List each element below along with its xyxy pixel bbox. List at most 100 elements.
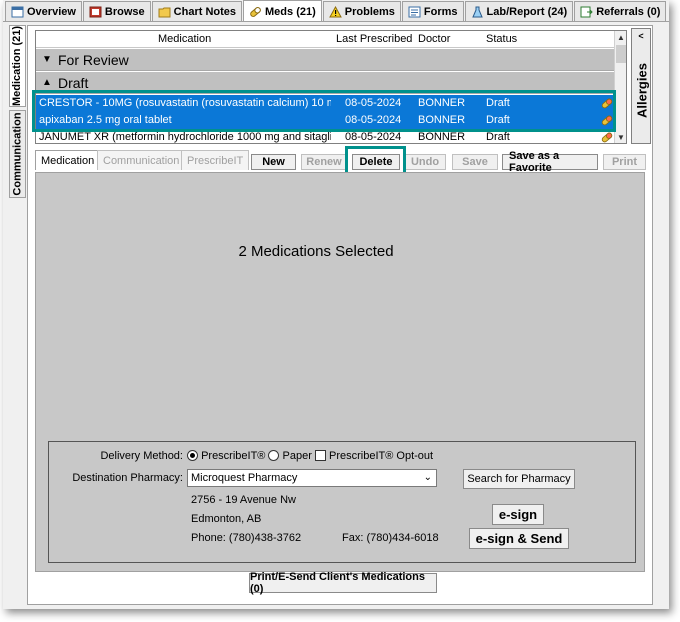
delivery-options: PrescribeIT® Paper PrescribeIT® Opt-out	[187, 450, 433, 462]
group-label: For Review	[58, 51, 129, 68]
pharmacy-address-line1: 2756 - 19 Avenue Nw	[191, 494, 296, 506]
medication-list: Medication Last Prescribed Doctor Status…	[35, 30, 627, 144]
pharmacy-address-line2: Edmonton, AB	[191, 513, 262, 525]
collapse-down-icon[interactable]: ▼	[36, 54, 58, 65]
option-optout-label: PrescribeIT® Opt-out	[329, 450, 434, 462]
group-for-review[interactable]: ▼ For Review	[36, 49, 616, 71]
cell-doctor: BONNER	[418, 97, 466, 109]
top-tab-bar: Overview Browse Chart Notes Meds (21) Pr…	[5, 0, 667, 22]
pharmacy-label: Destination Pharmacy:	[72, 472, 183, 484]
lab-icon	[471, 6, 484, 18]
column-medication[interactable]: Medication	[158, 33, 211, 45]
medication-list-header: Medication Last Prescribed Doctor Status	[36, 31, 616, 48]
cell-date: 08-05-2024	[345, 114, 402, 126]
tab-chart-notes[interactable]: Chart Notes	[151, 1, 243, 21]
tab-referrals[interactable]: Referrals (0)	[574, 1, 667, 21]
side-tab-label: Medication (21)	[11, 25, 24, 107]
side-tab-medication[interactable]: Medication (21)	[9, 25, 26, 107]
subtab-communication[interactable]: Communication	[97, 150, 186, 170]
cell-status: Draft	[486, 114, 510, 126]
medication-list-scrollbar[interactable]: ▲ ▼	[614, 31, 626, 143]
overview-icon	[11, 6, 24, 18]
group-draft[interactable]: ▲ Draft	[36, 72, 616, 94]
column-doctor[interactable]: Doctor	[418, 33, 450, 45]
tab-label: Lab/Report (24)	[486, 5, 568, 18]
scroll-thumb[interactable]	[616, 45, 626, 63]
cell-status: Draft	[486, 131, 510, 143]
cell-date: 08-05-2024	[345, 131, 402, 143]
table-row[interactable]: JANUMET XR (metformin hydrochloride 1000…	[36, 129, 616, 143]
delivery-section: Delivery Method: PrescribeIT® Paper Pres…	[48, 441, 636, 563]
table-row[interactable]: apixaban 2.5 mg oral tablet 08-05-2024 B…	[36, 112, 616, 129]
scroll-down-icon[interactable]: ▼	[615, 131, 626, 143]
book-icon	[89, 6, 102, 18]
pharmacy-fax: Fax: (780)434-6018	[342, 532, 439, 544]
pill-icon	[601, 98, 613, 109]
cell-date: 08-05-2024	[345, 97, 402, 109]
tab-label: Meds (21)	[265, 5, 316, 18]
cell-medication: apixaban 2.5 mg oral tablet	[39, 114, 172, 126]
tab-label: Referrals (0)	[596, 5, 661, 18]
subtab-medication[interactable]: Medication	[35, 150, 101, 170]
folder-icon	[158, 6, 171, 18]
new-button[interactable]: New	[251, 154, 296, 170]
cell-doctor: BONNER	[418, 131, 466, 143]
pharmacy-value: Microquest Pharmacy	[191, 472, 298, 484]
tab-divider	[3, 21, 669, 22]
tab-forms[interactable]: Forms	[401, 1, 464, 21]
delivery-method-label: Delivery Method:	[100, 450, 183, 462]
referral-icon	[580, 6, 593, 18]
cell-medication: CRESTOR - 10MG (rosuvastatin (rosuvastat…	[39, 97, 331, 109]
subtab-prescribeit[interactable]: PrescribeIT	[181, 150, 250, 170]
allergies-label: Allergies	[634, 63, 650, 118]
radio-prescribeit[interactable]	[187, 450, 198, 461]
tab-overview[interactable]: Overview	[5, 1, 82, 21]
tab-label: Overview	[27, 5, 76, 18]
chevron-down-icon: ⌄	[423, 472, 432, 483]
tab-label: Problems	[344, 5, 395, 18]
pill-icon	[601, 132, 613, 143]
delete-button[interactable]: Delete	[352, 154, 400, 170]
tab-label: Browse	[104, 5, 145, 18]
cell-doctor: BONNER	[418, 114, 466, 126]
tab-meds[interactable]: Meds (21)	[243, 0, 322, 22]
tab-label: Chart Notes	[173, 5, 237, 18]
print-button[interactable]: Print	[603, 154, 646, 170]
pharmacy-phone: Phone: (780)438-3762	[191, 532, 302, 544]
pill-icon	[601, 115, 613, 126]
pill-icon	[249, 6, 262, 18]
save-favorite-button[interactable]: Save as a Favorite	[502, 150, 598, 174]
collapse-up-icon[interactable]: ▲	[36, 77, 58, 88]
medication-panel: Medication Last Prescribed Doctor Status…	[27, 25, 653, 605]
medication-detail-panel: 2 Medications Selected Delivery Method: …	[35, 172, 645, 572]
side-tab-label: Communication	[11, 112, 24, 196]
tab-lab-report[interactable]: Lab/Report (24)	[464, 1, 574, 21]
esign-send-button[interactable]: e-sign & Send	[469, 528, 569, 549]
scroll-up-icon[interactable]: ▲	[615, 31, 626, 43]
tab-browse[interactable]: Browse	[82, 1, 151, 21]
selection-count-message: 2 Medications Selected	[238, 243, 394, 260]
pharmacy-select[interactable]: Microquest Pharmacy ⌄	[187, 469, 437, 487]
undo-button[interactable]: Undo	[404, 154, 446, 170]
table-row[interactable]: CRESTOR - 10MG (rosuvastatin (rosuvastat…	[36, 95, 616, 112]
search-pharmacy-button[interactable]: Search for Pharmacy	[463, 469, 575, 489]
option-paper-label: Paper	[282, 450, 312, 462]
column-status[interactable]: Status	[486, 33, 517, 45]
group-label: Draft	[58, 74, 89, 91]
allergies-tab[interactable]: < Allergies	[631, 28, 651, 144]
chevron-left-icon[interactable]: <	[632, 31, 650, 41]
checkbox-optout[interactable]	[314, 450, 326, 461]
radio-paper[interactable]	[268, 450, 280, 461]
save-button[interactable]: Save	[452, 154, 498, 170]
side-tab-communication[interactable]: Communication	[9, 110, 26, 198]
medications-window: Overview Browse Chart Notes Meds (21) Pr…	[3, 0, 669, 609]
tab-label: Forms	[423, 5, 458, 18]
tab-problems[interactable]: Problems	[322, 1, 401, 21]
cell-medication: JANUMET XR (metformin hydrochloride 1000…	[39, 131, 331, 143]
warning-icon	[328, 5, 342, 18]
form-icon	[408, 6, 421, 18]
print-esend-button[interactable]: Print/E-Send Client's Medications (0)	[249, 571, 437, 595]
esign-button[interactable]: e-sign	[492, 504, 544, 525]
column-last-prescribed[interactable]: Last Prescribed	[336, 33, 412, 45]
renew-button[interactable]: Renew	[301, 154, 347, 170]
